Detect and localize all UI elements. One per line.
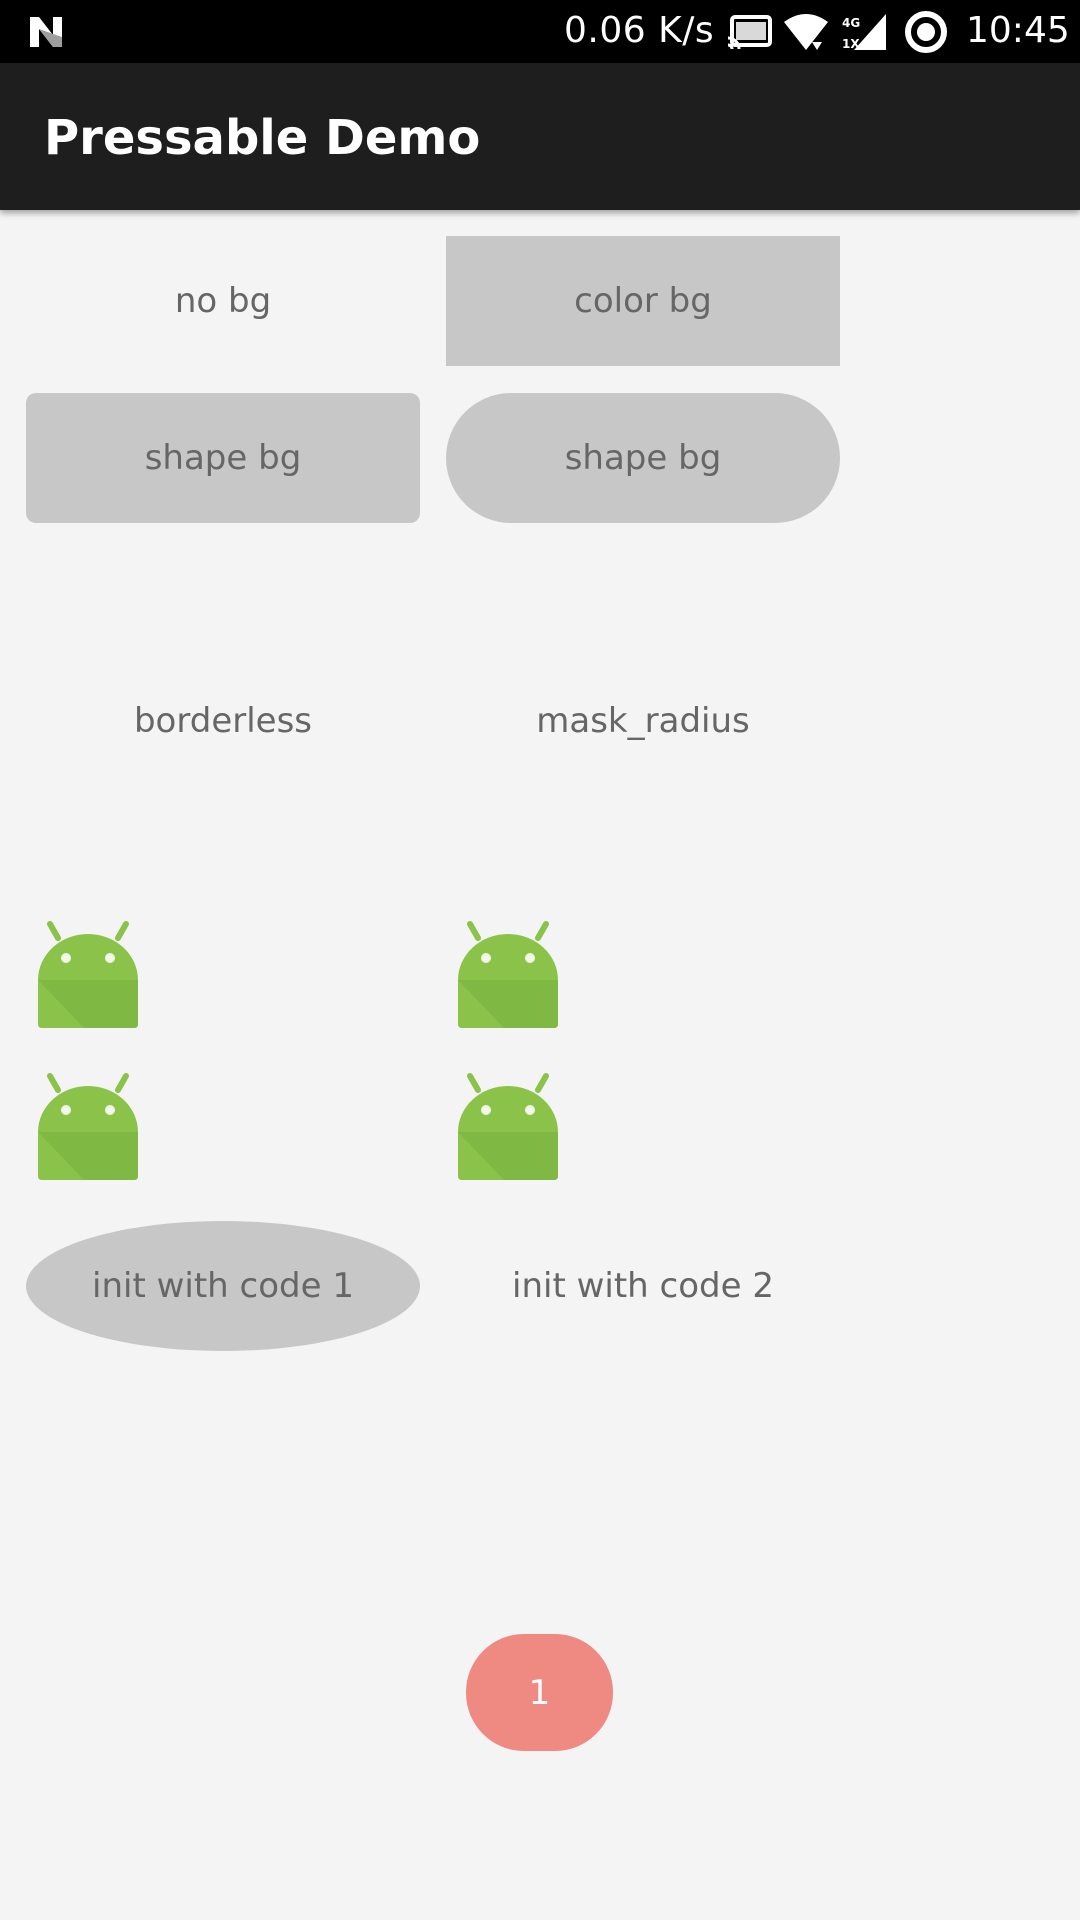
mask-radius-button[interactable]: mask_radius xyxy=(446,656,840,786)
android-icon[interactable] xyxy=(452,1072,564,1184)
cast-icon xyxy=(727,15,772,50)
init-code-2-button[interactable]: init with code 2 xyxy=(446,1221,840,1351)
n-notification-icon xyxy=(30,17,62,47)
ring-icon xyxy=(905,11,947,53)
net-type-bottom: 1X xyxy=(842,37,860,51)
shape-bg-rect-button[interactable]: shape bg xyxy=(26,393,420,523)
counter-button[interactable]: 1 xyxy=(466,1634,613,1751)
android-icon[interactable] xyxy=(452,920,564,1032)
mobile-signal-icon: 4G 1X xyxy=(840,12,888,52)
clock: 10:45 xyxy=(966,10,1070,51)
app-bar: Pressable Demo xyxy=(0,63,1080,210)
app-title: Pressable Demo xyxy=(44,110,481,166)
wifi-icon xyxy=(784,14,828,50)
init-code-1-button[interactable]: init with code 1 xyxy=(26,1221,420,1351)
borderless-button[interactable]: borderless xyxy=(26,656,420,786)
no-bg-button[interactable]: no bg xyxy=(26,236,420,366)
color-bg-button[interactable]: color bg xyxy=(446,236,840,366)
shape-bg-round-button[interactable]: shape bg xyxy=(446,393,840,523)
status-bar: 0.06 K/s 4G 1X 10:45 xyxy=(0,0,1080,63)
net-type-top: 4G xyxy=(842,16,860,30)
android-icon[interactable] xyxy=(32,1072,144,1184)
android-icon[interactable] xyxy=(32,920,144,1032)
network-speed: 0.06 K/s xyxy=(564,10,715,51)
